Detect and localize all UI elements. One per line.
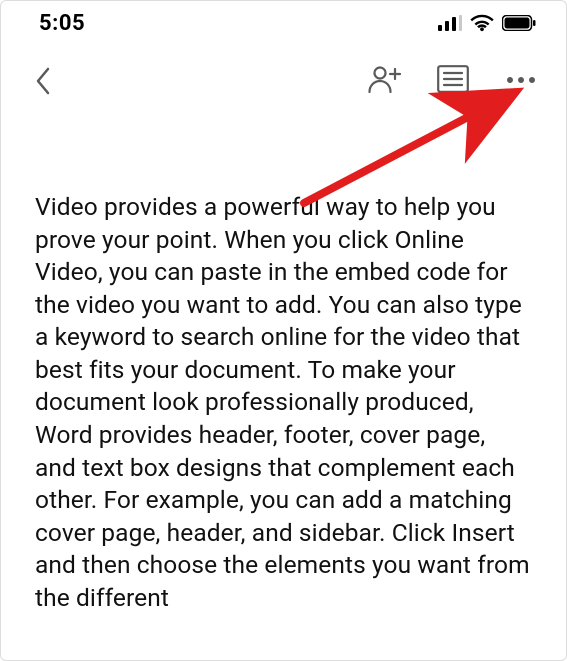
body-paragraph: Video provides a powerful way to help yo… <box>35 191 532 615</box>
toolbar <box>1 45 566 115</box>
share-button[interactable] <box>368 63 402 97</box>
status-bar: 5:05 <box>1 1 566 45</box>
more-horizontal-icon <box>506 73 536 88</box>
person-add-icon <box>368 65 402 96</box>
wifi-icon <box>470 14 494 32</box>
document-body[interactable]: Video provides a powerful way to help yo… <box>1 115 566 615</box>
status-time: 5:05 <box>39 11 85 36</box>
outline-button[interactable] <box>436 63 470 97</box>
battery-icon <box>502 15 536 31</box>
chevron-left-icon <box>34 66 54 99</box>
cellular-signal-icon <box>438 15 462 31</box>
more-options-button[interactable] <box>504 63 538 97</box>
document-outline-icon <box>437 65 469 96</box>
back-button[interactable] <box>27 65 61 99</box>
status-right <box>438 14 536 32</box>
